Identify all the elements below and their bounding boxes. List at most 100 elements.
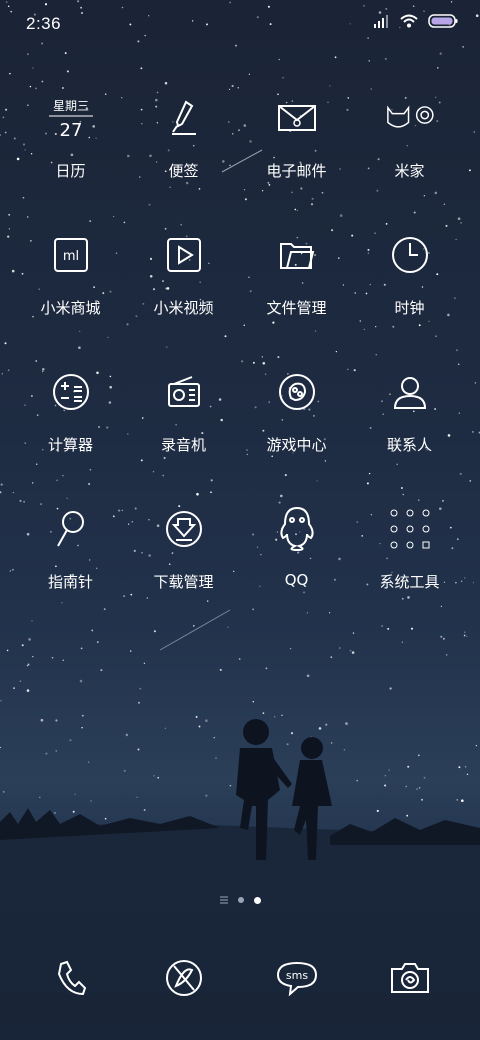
pen-icon <box>156 90 212 146</box>
star <box>5 108 8 111</box>
app-compass[interactable]: 指南针 <box>14 501 127 638</box>
star <box>310 736 313 739</box>
app-label: 便签 <box>168 162 199 180</box>
app-qq[interactable]: QQ <box>240 501 353 638</box>
cat-camera-icon <box>382 90 438 146</box>
star <box>265 667 268 670</box>
app-mi-video[interactable]: 小米视频 <box>127 227 240 364</box>
app-game-center[interactable]: 游戏中心 <box>240 364 353 501</box>
star <box>164 727 167 730</box>
radio-icon <box>156 364 212 420</box>
app-mi-store[interactable]: ml 小米商城 <box>14 227 127 364</box>
page-indicator[interactable] <box>0 896 480 904</box>
star <box>237 87 240 89</box>
star <box>466 635 468 638</box>
app-contacts[interactable]: 联系人 <box>353 364 466 501</box>
star <box>0 746 2 749</box>
app-system-tools[interactable]: 系统工具 <box>353 501 466 638</box>
app-notes[interactable]: 便签 <box>127 90 240 227</box>
star <box>7 235 10 238</box>
star <box>282 76 284 79</box>
star <box>338 647 341 649</box>
star <box>6 649 9 652</box>
app-clock[interactable]: 时钟 <box>353 227 466 364</box>
star <box>157 776 160 779</box>
store-icon-text: ml <box>62 249 78 264</box>
star <box>252 701 254 703</box>
star <box>464 766 467 768</box>
app-label: 录音机 <box>160 436 206 454</box>
star <box>389 687 392 690</box>
app-calendar[interactable]: 星期三 27 日历 <box>14 90 127 227</box>
app-file-manager[interactable]: 文件管理 <box>240 227 353 364</box>
star <box>69 739 72 742</box>
dock: sms <box>14 950 466 1006</box>
star <box>260 749 263 752</box>
star <box>318 727 322 730</box>
app-recorder[interactable]: 录音机 <box>127 364 240 501</box>
star <box>345 722 348 725</box>
app-label: 系统工具 <box>379 573 440 591</box>
star <box>384 775 386 777</box>
app-mi-home[interactable]: 米家 <box>353 90 466 227</box>
calendar-weekday: 星期三 <box>52 99 88 113</box>
star <box>349 649 352 652</box>
dock-camera[interactable] <box>353 950 466 1006</box>
star <box>286 743 289 746</box>
download-icon <box>156 501 212 557</box>
app-email[interactable]: 电子邮件 <box>240 90 353 227</box>
star <box>7 369 10 372</box>
star <box>21 644 24 647</box>
person-icon <box>382 364 438 420</box>
star <box>439 52 442 55</box>
star <box>32 67 34 69</box>
star <box>13 687 15 689</box>
star <box>343 749 346 751</box>
compass-icon <box>156 950 212 1006</box>
dock-phone[interactable] <box>14 950 127 1006</box>
star <box>40 718 44 722</box>
dock-browser[interactable] <box>127 950 240 1006</box>
app-downloads[interactable]: 下载管理 <box>127 501 240 638</box>
star <box>421 798 423 801</box>
folder-grid-icon <box>382 501 438 557</box>
star <box>376 809 379 812</box>
star <box>8 228 11 230</box>
app-label: 下载管理 <box>153 573 214 591</box>
star <box>130 650 132 652</box>
star <box>317 785 320 787</box>
star <box>401 641 404 643</box>
app-label: 米家 <box>394 162 425 180</box>
sms-icon-text: sms <box>285 969 307 982</box>
star <box>205 794 208 797</box>
star <box>96 641 99 644</box>
star <box>55 719 58 722</box>
dock-messages[interactable]: sms <box>240 950 353 1006</box>
penguin-icon <box>269 501 325 557</box>
app-calculator[interactable]: 计算器 <box>14 364 127 501</box>
star <box>2 116 5 119</box>
star <box>418 754 420 757</box>
gamepad-icon <box>269 364 325 420</box>
app-label: 时钟 <box>394 299 425 317</box>
star <box>79 679 83 683</box>
magnifier-icon <box>43 501 99 557</box>
star <box>419 787 421 789</box>
app-label: 游戏中心 <box>266 436 327 454</box>
star <box>8 213 11 216</box>
star <box>198 725 201 728</box>
app-label: 小米视频 <box>153 299 214 317</box>
star <box>247 755 250 758</box>
play-icon <box>156 227 212 283</box>
star <box>229 784 232 787</box>
star <box>462 46 464 48</box>
star <box>164 81 168 85</box>
star <box>213 736 216 739</box>
star <box>205 719 208 722</box>
star <box>442 637 445 640</box>
star <box>423 776 426 779</box>
star <box>139 687 142 690</box>
star <box>87 761 90 763</box>
star <box>64 52 67 55</box>
star <box>137 701 141 704</box>
